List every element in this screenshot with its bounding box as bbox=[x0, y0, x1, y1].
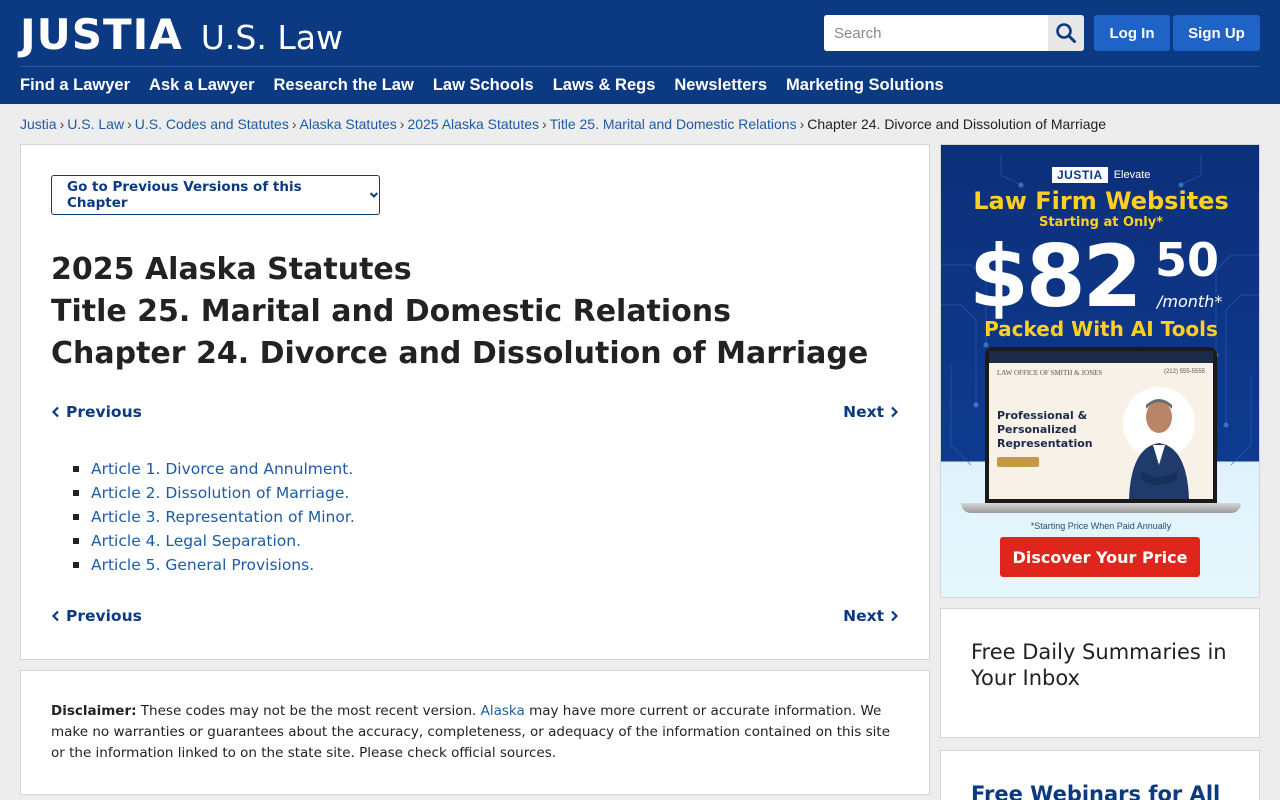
title-line: Chapter 24. Divorce and Dissolution of M… bbox=[51, 336, 869, 371]
previous-versions-dropdown[interactable]: Go to Previous Versions of this Chapter bbox=[51, 175, 380, 215]
ad-price: $82 bbox=[969, 227, 1143, 327]
newsletter-card: Free Daily Summaries in Your Inbox bbox=[940, 608, 1260, 738]
logo-sub: U.S. Law bbox=[200, 18, 343, 57]
newsletter-title: Free Daily Summaries in Your Inbox bbox=[971, 640, 1227, 690]
title-line: 2025 Alaska Statutes bbox=[51, 252, 412, 287]
nav-laws-regs[interactable]: Laws & Regs bbox=[553, 76, 656, 95]
justia-logo[interactable]: JUSTIA U.S. Law bbox=[20, 10, 343, 59]
main-nav: Find a Lawyer Ask a Lawyer Research the … bbox=[20, 76, 944, 95]
next-label: Next bbox=[843, 403, 884, 421]
nav-find-a-lawyer[interactable]: Find a Lawyer bbox=[20, 76, 130, 95]
page-title: 2025 Alaska Statutes Title 25. Marital a… bbox=[51, 249, 868, 375]
breadcrumb-current: Chapter 24. Divorce and Dissolution of M… bbox=[807, 116, 1107, 132]
screen-headline: Professional & Personalized Representati… bbox=[997, 409, 1093, 450]
screen-phone: (212) 555-5555 bbox=[1163, 369, 1205, 375]
nav-ask-a-lawyer[interactable]: Ask a Lawyer bbox=[149, 76, 254, 95]
nav-newsletters[interactable]: Newsletters bbox=[674, 76, 767, 95]
screen-firm-name: LAW OFFICE OF SMITH & JONES bbox=[997, 369, 1103, 377]
justia-elevate-ad[interactable]: JUSTIA Elevate Law Firm Websites Startin… bbox=[940, 144, 1260, 598]
list-item[interactable]: Article 4. Legal Separation. bbox=[73, 529, 355, 553]
webinars-title[interactable]: Free Webinars for All bbox=[971, 781, 1241, 800]
list-item[interactable]: Article 3. Representation of Minor. bbox=[73, 505, 355, 529]
breadcrumb-link[interactable]: Justia bbox=[20, 116, 57, 132]
breadcrumb-link[interactable]: U.S. Codes and Statutes bbox=[135, 116, 289, 132]
chevron-right-icon bbox=[891, 610, 899, 622]
disclaimer-card: Disclaimer: These codes may not be the m… bbox=[20, 670, 930, 795]
article-link[interactable]: Article 4. Legal Separation. bbox=[91, 532, 301, 550]
webinars-card: Free Webinars for All bbox=[940, 750, 1260, 800]
breadcrumb-link[interactable]: 2025 Alaska Statutes bbox=[407, 116, 539, 132]
title-line: Title 25. Marital and Domestic Relations bbox=[51, 294, 732, 329]
search-input[interactable] bbox=[824, 15, 1048, 51]
ad-brand: JUSTIA Elevate bbox=[1052, 167, 1150, 183]
chevron-left-icon bbox=[51, 610, 59, 622]
bullet bbox=[73, 538, 79, 544]
search-icon bbox=[1056, 23, 1076, 43]
list-item[interactable]: Article 2. Dissolution of Marriage. bbox=[73, 481, 355, 505]
bullet bbox=[73, 466, 79, 472]
chevron-right-icon bbox=[891, 406, 899, 418]
nav-marketing-solutions[interactable]: Marketing Solutions bbox=[786, 76, 944, 95]
chevron-down-icon bbox=[369, 192, 379, 198]
breadcrumb-link[interactable]: Alaska Statutes bbox=[300, 116, 397, 132]
site-header: JUSTIA U.S. Law Log In Sign Up Find a La… bbox=[0, 0, 1280, 104]
ad-tools: Packed With AI Tools bbox=[984, 317, 1218, 341]
next-label: Next bbox=[843, 607, 884, 625]
ad-price-cents: 50 bbox=[1155, 233, 1220, 287]
signup-button[interactable]: Sign Up bbox=[1173, 15, 1260, 51]
breadcrumb-link[interactable]: U.S. Law bbox=[67, 116, 124, 132]
pager-top: Previous Next bbox=[51, 403, 899, 421]
article-link[interactable]: Article 1. Divorce and Annulment. bbox=[91, 460, 353, 478]
ad-price-unit: /month* bbox=[1157, 292, 1223, 311]
disclaimer-text: Disclaimer: These codes may not be the m… bbox=[51, 701, 891, 764]
next-link[interactable]: Next bbox=[843, 403, 899, 421]
nav-research-the-law[interactable]: Research the Law bbox=[274, 76, 414, 95]
alaska-link[interactable]: Alaska bbox=[481, 703, 525, 719]
article-list: Article 1. Divorce and Annulment. Articl… bbox=[73, 457, 355, 577]
breadcrumb: Justia › U.S. Law › U.S. Codes and Statutes ›… bbox=[20, 116, 1107, 132]
search-button[interactable] bbox=[1048, 15, 1084, 51]
ad-brand-sub: Elevate bbox=[1113, 169, 1151, 181]
breadcrumb-link[interactable]: Title 25. Marital and Domestic Relations bbox=[550, 116, 797, 132]
list-item[interactable]: Article 5. General Provisions. bbox=[73, 553, 355, 577]
next-link[interactable]: Next bbox=[843, 607, 899, 625]
login-button[interactable]: Log In bbox=[1094, 15, 1170, 51]
pager-bottom: Previous Next bbox=[51, 607, 899, 625]
list-item[interactable]: Article 1. Divorce and Annulment. bbox=[73, 457, 355, 481]
article-link[interactable]: Article 3. Representation of Minor. bbox=[91, 508, 355, 526]
previous-label: Previous bbox=[66, 403, 142, 421]
disclaimer-label: Disclaimer: bbox=[51, 703, 137, 719]
nav-divider bbox=[20, 66, 1260, 67]
chevron-left-icon bbox=[51, 406, 59, 418]
screen-nav bbox=[989, 351, 1213, 363]
bullet bbox=[73, 490, 79, 496]
ad-note: *Starting Price When Paid Annually bbox=[1030, 521, 1172, 531]
laptop-screen: LAW OFFICE OF SMITH & JONES (212) 555-55… bbox=[989, 351, 1213, 499]
laptop-base bbox=[961, 503, 1241, 513]
search-box bbox=[824, 15, 1084, 51]
disclaimer-text-before: These codes may not be the most recent v… bbox=[136, 703, 481, 719]
person-illustration bbox=[1123, 387, 1195, 499]
bullet bbox=[73, 562, 79, 568]
nav-law-schools[interactable]: Law Schools bbox=[433, 76, 534, 95]
main-content-card: Go to Previous Versions of this Chapter … bbox=[20, 144, 930, 660]
previous-link[interactable]: Previous bbox=[51, 403, 142, 421]
previous-label: Previous bbox=[66, 607, 142, 625]
screen-cta bbox=[997, 457, 1039, 467]
ad-brand-logo: JUSTIA bbox=[1052, 167, 1108, 183]
previous-versions-label: Go to Previous Versions of this Chapter bbox=[67, 179, 302, 211]
article-link[interactable]: Article 2. Dissolution of Marriage. bbox=[91, 484, 349, 502]
laptop-mockup: LAW OFFICE OF SMITH & JONES (212) 555-55… bbox=[985, 347, 1217, 503]
previous-link[interactable]: Previous bbox=[51, 607, 142, 625]
ad-headline: Law Firm Websites bbox=[973, 187, 1229, 215]
bullet bbox=[73, 514, 79, 520]
logo-main: JUSTIA bbox=[20, 10, 183, 59]
article-link[interactable]: Article 5. General Provisions. bbox=[91, 556, 314, 574]
discover-price-button[interactable]: Discover Your Price bbox=[1000, 537, 1200, 577]
